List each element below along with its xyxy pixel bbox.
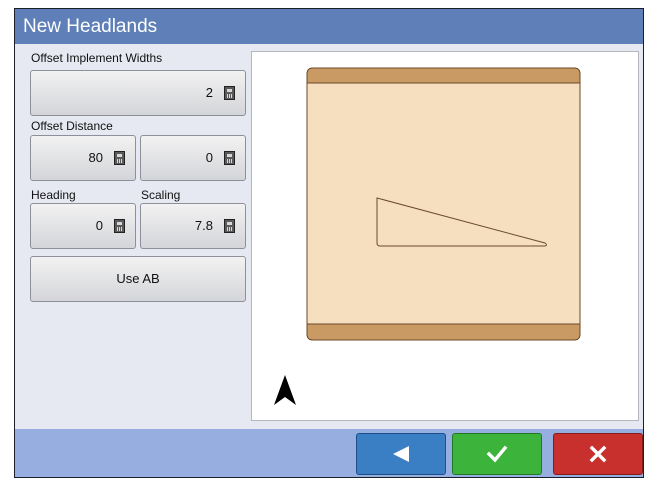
headland-preview: [251, 51, 639, 421]
calculator-icon: [114, 219, 125, 233]
dialog-footer: [15, 429, 643, 477]
offset-implement-widths-value: 2: [205, 85, 213, 100]
offset-distance-value-2: 0: [205, 150, 213, 165]
calculator-icon: [224, 219, 235, 233]
calculator-icon: [224, 86, 235, 100]
check-icon: [486, 445, 508, 463]
offset-implement-widths-label: Offset Implement Widths: [31, 51, 163, 65]
cancel-button[interactable]: [553, 433, 643, 475]
triangle-left-icon: [393, 446, 409, 462]
field-boundary: [306, 67, 581, 341]
scaling-input[interactable]: 7.8: [140, 203, 246, 249]
offset-distance-input-2[interactable]: 0: [140, 135, 246, 181]
offset-distance-value-1: 80: [88, 150, 103, 165]
new-headlands-dialog: New Headlands Offset Implement Widths 2 …: [14, 8, 644, 478]
offset-distance-input-1[interactable]: 80: [30, 135, 136, 181]
heading-label: Heading: [31, 188, 76, 202]
dialog-title: New Headlands: [15, 9, 643, 44]
headland-bottom: [306, 323, 581, 341]
headland-top: [306, 67, 581, 84]
calculator-icon: [114, 151, 125, 165]
offset-implement-widths-input[interactable]: 2: [30, 70, 246, 116]
back-button[interactable]: [356, 433, 446, 475]
calculator-icon: [224, 151, 235, 165]
accept-button[interactable]: [452, 433, 542, 475]
heading-value: 0: [95, 218, 103, 233]
headland-preview-canvas: [274, 67, 581, 405]
scaling-label: Scaling: [141, 188, 181, 202]
x-icon: [589, 445, 607, 463]
north-arrow-icon: [274, 375, 296, 405]
use-ab-button[interactable]: Use AB: [30, 256, 246, 302]
heading-input[interactable]: 0: [30, 203, 136, 249]
offset-distance-label: Offset Distance: [31, 119, 113, 133]
scaling-value: 7.8: [194, 218, 213, 233]
